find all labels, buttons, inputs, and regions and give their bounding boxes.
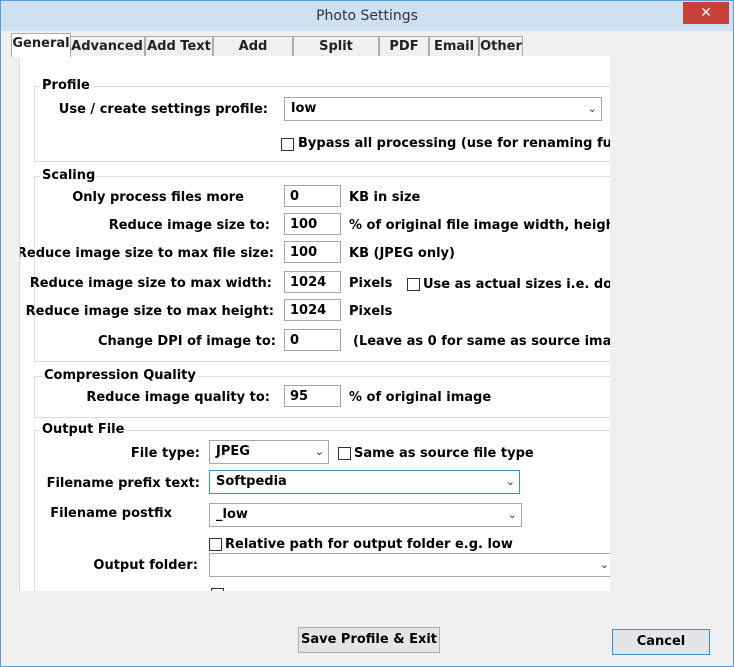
chevron-down-icon: ⌄ <box>314 445 324 458</box>
postfix-value: _low <box>216 507 248 522</box>
postfix-select[interactable]: _low ⌄ <box>209 503 522 527</box>
only-process-unit: KB in size <box>349 190 421 205</box>
dpi-input[interactable]: 0 <box>284 329 341 351</box>
tab-split-colors[interactable]: Split Colors <box>293 36 379 73</box>
window-title: Photo Settings <box>316 8 418 24</box>
reduce-size-unit: % of original file image width, height <box>349 218 610 233</box>
max-file-label: Reduce image size to max file size: <box>19 246 274 261</box>
tab-other[interactable]: Other <box>479 36 523 56</box>
profile-label: Use / create settings profile: <box>58 102 268 117</box>
profile-group-title: Profile <box>40 78 92 93</box>
tab-pdf[interactable]: PDF <box>379 36 429 56</box>
folder-label: Output folder: <box>93 558 198 573</box>
max-file-unit: KB (JPEG only) <box>349 246 455 261</box>
chevron-down-icon: ⌄ <box>599 558 609 571</box>
reduce-size-label: Reduce image size to: <box>108 218 270 233</box>
cancel-button[interactable]: Cancel <box>612 629 710 655</box>
same-as-source-checkbox[interactable] <box>338 447 351 460</box>
tab-email[interactable]: Email <box>429 36 479 56</box>
actual-sizes-checkbox[interactable] <box>407 278 420 291</box>
bypass-label: Bypass all processing (use for renaming … <box>298 136 610 151</box>
chevron-down-icon: ⌄ <box>505 475 515 488</box>
prefix-value: Softpedia <box>216 474 287 489</box>
tab-advanced[interactable]: Advanced <box>69 36 145 56</box>
chevron-down-icon: ⌄ <box>507 508 517 521</box>
close-button[interactable]: ✕ <box>683 2 729 24</box>
same-as-source-label: Same as source file type <box>354 446 534 461</box>
prefix-label: Filename prefix text: <box>46 476 200 491</box>
dpi-note: (Leave as 0 for same as source image) <box>353 334 610 349</box>
file-type-label: File type: <box>130 446 200 461</box>
file-type-select[interactable]: JPEG ⌄ <box>209 440 329 464</box>
chevron-down-icon: ⌄ <box>587 102 597 115</box>
only-process-label: Only process files more <box>72 190 244 205</box>
only-process-input[interactable]: 0 <box>284 185 341 207</box>
profile-value: low <box>291 101 317 116</box>
quality-label: Reduce image quality to: <box>86 390 270 405</box>
bypass-checkbox[interactable] <box>281 138 294 151</box>
general-panel: Profile Use / create settings profile: l… <box>19 56 610 591</box>
scaling-group-title: Scaling <box>40 168 98 183</box>
title-bar[interactable]: Photo Settings ✕ <box>1 1 733 31</box>
max-height-input[interactable]: 1024 <box>284 299 341 321</box>
partial-checkbox[interactable] <box>211 588 224 591</box>
file-type-value: JPEG <box>216 444 250 459</box>
profile-select[interactable]: low ⌄ <box>284 97 602 121</box>
max-width-input[interactable]: 1024 <box>284 271 341 293</box>
quality-input[interactable]: 95 <box>284 385 341 407</box>
close-icon: ✕ <box>700 5 712 21</box>
max-width-label: Reduce image size to max width: <box>29 276 272 291</box>
prefix-select[interactable]: Softpedia ⌄ <box>209 470 520 494</box>
max-height-label: Reduce image size to max height: <box>25 304 274 319</box>
save-profile-exit-button[interactable]: Save Profile & Exit <box>298 627 440 653</box>
max-file-input[interactable]: 100 <box>284 241 341 263</box>
postfix-label: Filename postfix <box>50 506 172 521</box>
tab-add-text[interactable]: Add Text <box>145 36 213 56</box>
max-width-unit: Pixels <box>349 276 393 291</box>
quality-unit: % of original image <box>349 390 492 405</box>
max-height-unit: Pixels <box>349 304 393 319</box>
relative-path-label: Relative path for output folder e.g. low <box>225 537 513 552</box>
reduce-size-input[interactable]: 100 <box>284 213 341 235</box>
photo-settings-window: Photo Settings ✕ General Advanced Add Te… <box>0 0 734 667</box>
actual-sizes-label: Use as actual sizes i.e. don't r <box>423 277 610 292</box>
tab-general[interactable]: General <box>11 33 71 57</box>
output-folder-select[interactable]: ⌄ <box>209 553 610 577</box>
output-group-title: Output File <box>40 422 127 437</box>
relative-path-checkbox[interactable] <box>209 538 222 551</box>
tab-add-image[interactable]: Add Image <box>213 36 293 73</box>
dpi-label: Change DPI of image to: <box>97 334 276 349</box>
compression-group-title: Compression Quality <box>42 368 198 383</box>
